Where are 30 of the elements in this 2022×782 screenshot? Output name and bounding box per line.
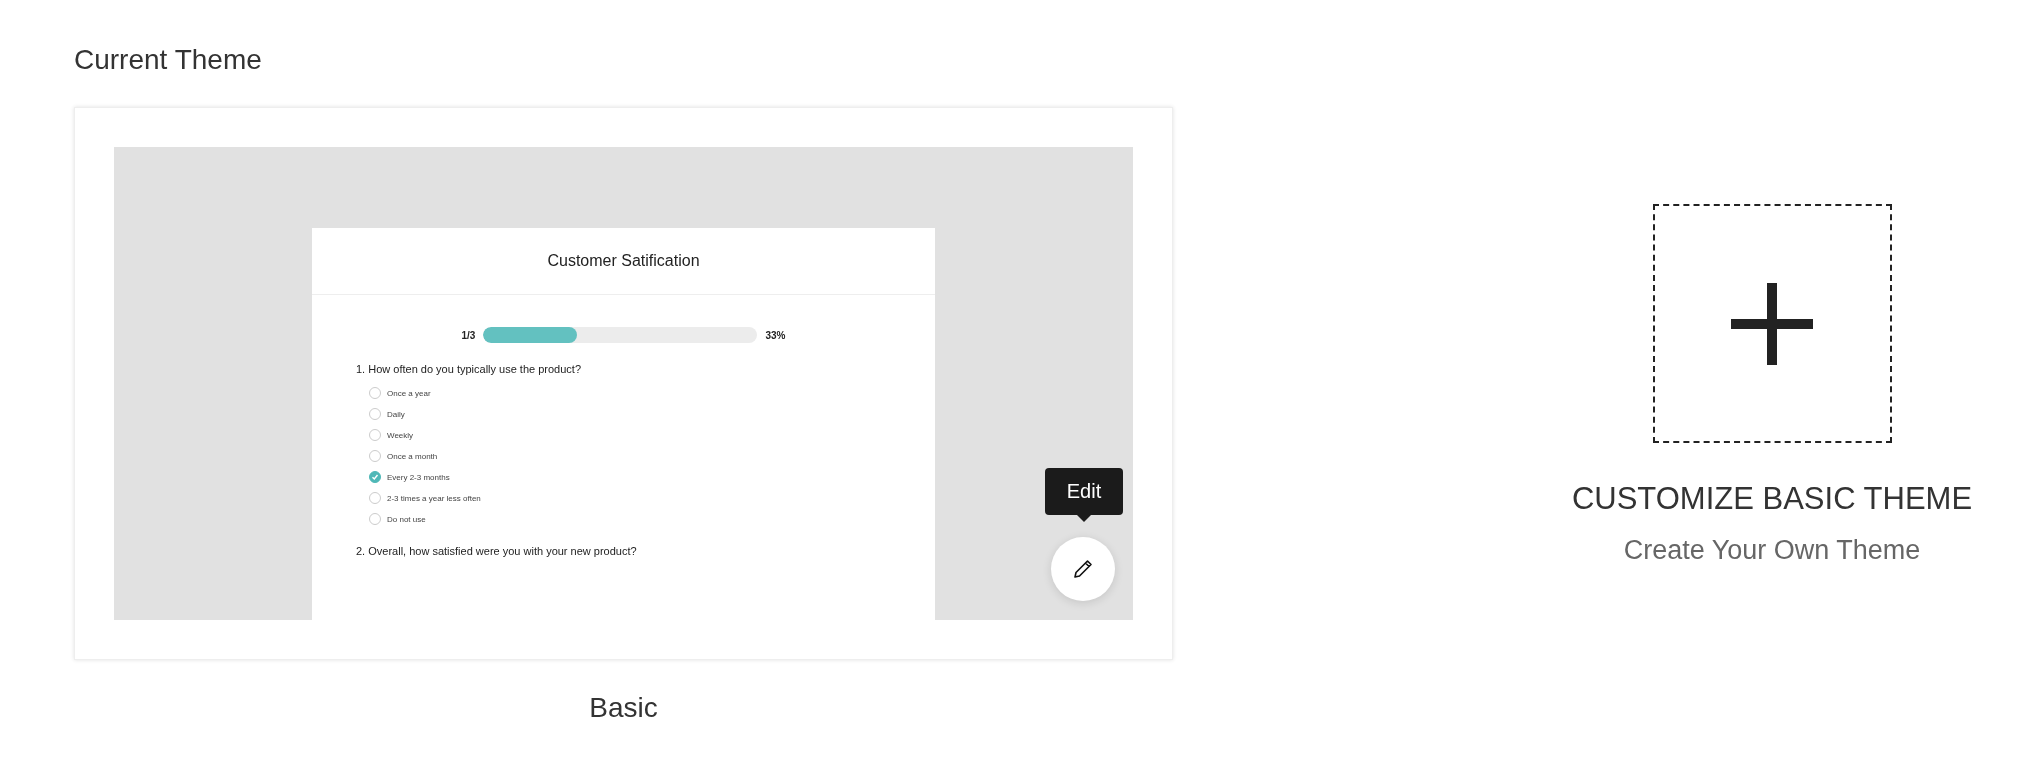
radio-button[interactable] (369, 387, 381, 399)
question-text: 1. How often do you typically use the product? (356, 363, 583, 375)
section-heading: Current Theme (74, 43, 262, 77)
plus-icon (1731, 282, 1813, 365)
edit-button[interactable] (1051, 537, 1115, 601)
option-label: Daily (387, 409, 405, 419)
add-theme-button[interactable] (1652, 204, 1892, 443)
option-label: Once a year (387, 388, 431, 398)
theme-name: Basic (589, 692, 658, 724)
edit-tooltip: Edit (1045, 468, 1123, 522)
theme-card[interactable] (74, 107, 1173, 660)
progress-step: 1/3 (461, 329, 476, 341)
option-label: Once a month (387, 451, 438, 461)
check-icon (371, 473, 379, 481)
radio-button[interactable] (369, 450, 381, 462)
option-label: Every 2-3 months (387, 472, 450, 482)
customize-title: CUSTOMIZE BASIC THEME (1571, 481, 1973, 517)
customize-subtitle: Create Your Own Theme (1623, 535, 1921, 566)
progress-percent: 33% (765, 329, 786, 341)
pencil-icon (1071, 557, 1095, 581)
option-label: Weekly (387, 430, 414, 440)
survey-title: Customer Satification (547, 252, 700, 270)
radio-button[interactable] (369, 408, 381, 420)
radio-button[interactable] (369, 429, 381, 441)
option-label: 2-3 times a year less often (387, 493, 481, 503)
option-label: Do not use (387, 514, 426, 524)
radio-button[interactable] (369, 492, 381, 504)
question-text: 2. Overall, how satisfied were you with your new product? (356, 545, 638, 557)
radio-button[interactable] (369, 471, 381, 483)
radio-button[interactable] (369, 513, 381, 525)
